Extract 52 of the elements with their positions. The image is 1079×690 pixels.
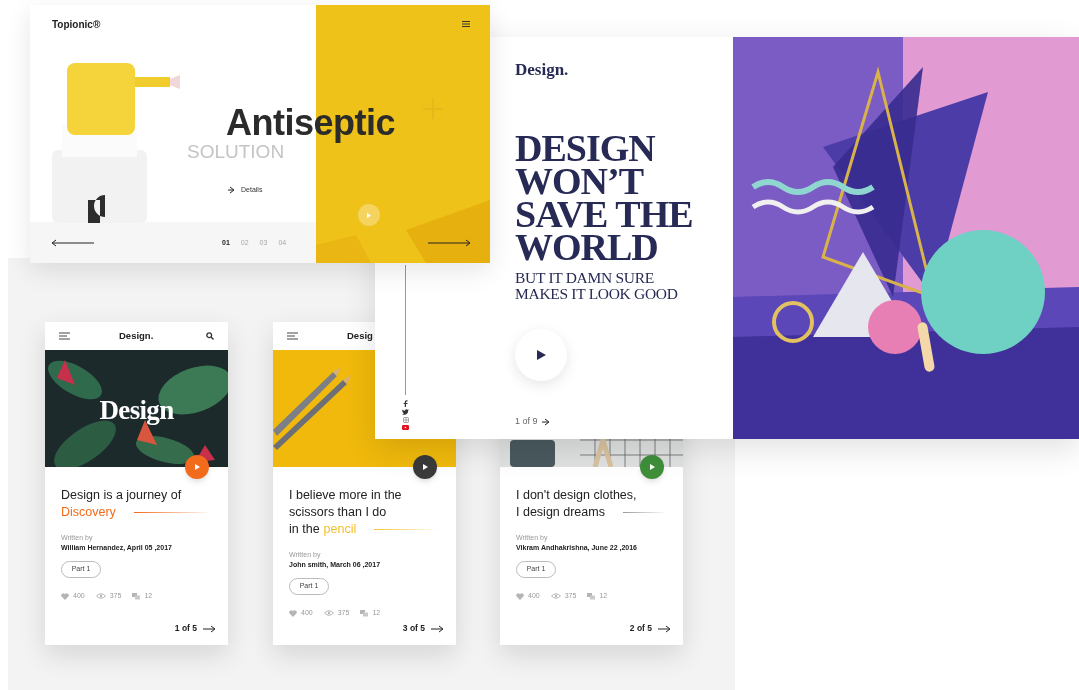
app-title: Desig: [347, 328, 373, 343]
page-counter: 3 of 5: [402, 622, 425, 635]
chat-icon[interactable]: [360, 609, 369, 617]
headline-text: I believe more in the: [289, 487, 402, 504]
play-icon: [649, 464, 655, 470]
headline-text: I don't design clothes,: [516, 487, 637, 504]
heart-icon[interactable]: [289, 609, 297, 617]
headline-line: DESIGN: [515, 132, 657, 165]
image-headline: Design: [98, 394, 175, 427]
next-arrow-icon: [540, 417, 550, 426]
chat-icon[interactable]: [587, 592, 596, 600]
headline-line: WORLD: [515, 231, 658, 264]
previous-arrow-icon: [51, 239, 95, 247]
menu-icon[interactable]: [462, 21, 470, 27]
headline-text: in the: [289, 521, 320, 538]
play-icon: [422, 464, 428, 470]
play-button[interactable]: [413, 455, 437, 479]
twitter-icon[interactable]: [402, 409, 409, 415]
eye-icon[interactable]: [95, 593, 106, 600]
arrow-icon: [227, 186, 235, 195]
page-counter: 2 of 5: [629, 622, 652, 635]
logo: Design.: [515, 59, 569, 81]
headline-highlight: pencil: [323, 521, 357, 538]
page-counter: 1 of 9: [515, 415, 538, 428]
headline-text: I design dreams: [516, 504, 605, 521]
eye-icon[interactable]: [550, 593, 561, 600]
play-icon: [536, 350, 546, 360]
headline-highlight: Discovery: [61, 504, 116, 521]
play-button[interactable]: [185, 455, 209, 479]
next-arrow-icon: [430, 624, 444, 633]
next-arrow-icon: [657, 624, 671, 633]
headline-text: scissors than I do: [289, 504, 387, 521]
chat-icon[interactable]: [132, 592, 141, 600]
brand-name: Topionic®: [52, 18, 101, 32]
page-counter: 1 of 5: [174, 622, 197, 635]
play-icon: [194, 464, 200, 470]
headline-line: WON’T: [515, 165, 644, 198]
facebook-icon[interactable]: [403, 400, 408, 407]
next-arrow-icon: [202, 624, 216, 633]
subheadline-line: BUT IT DAMN SURE: [515, 270, 655, 286]
video-play-icon[interactable]: [402, 425, 409, 430]
next-arrow-icon: [427, 239, 471, 247]
search-icon[interactable]: [206, 332, 214, 340]
eye-icon[interactable]: [323, 610, 334, 617]
headline-text: Design is a journey of: [61, 487, 182, 504]
headline-line: SAVE THE: [515, 198, 693, 231]
subheadline: SOLUTION: [187, 141, 285, 164]
play-icon: [367, 212, 371, 218]
heart-icon[interactable]: [61, 592, 69, 600]
subheadline-line: MAKES IT LOOK GOOD: [515, 286, 679, 302]
heart-icon[interactable]: [516, 592, 524, 600]
app-title: Design.: [119, 328, 154, 343]
